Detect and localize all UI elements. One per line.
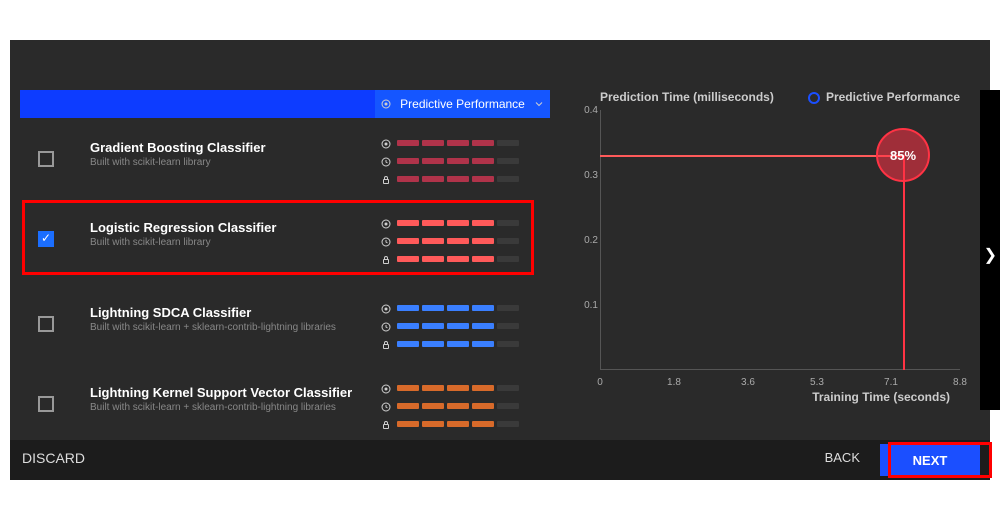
model-row[interactable]: Logistic Regression Classifier Built with… [20, 205, 550, 280]
chart-yaxis-title: Prediction Time (milliseconds) [600, 90, 774, 104]
y-tick: 0.2 [578, 235, 598, 246]
model-subtitle: Built with scikit-learn + sklearn-contri… [90, 402, 336, 413]
back-button[interactable]: BACK [825, 450, 860, 465]
model-checkbox[interactable] [38, 151, 54, 167]
train-time-line [903, 155, 905, 370]
lock-icon [380, 173, 392, 185]
app-root: 1. Select a feature set 2. Choose a mode… [0, 0, 1000, 525]
x-tick: 8.8 [953, 377, 967, 388]
x-axis [600, 369, 960, 370]
model-subtitle: Built with scikit-learn + sklearn-contri… [90, 322, 336, 333]
model-title: Lightning SDCA Classifier [90, 305, 251, 320]
legend-marker-icon [808, 92, 820, 104]
lock-icon [380, 253, 392, 265]
chart-xaxis-title: Training Time (seconds) [812, 390, 950, 404]
x-tick: 1.8 [667, 377, 681, 388]
lock-icon [380, 338, 392, 350]
performance-value: 85% [890, 148, 916, 163]
model-row[interactable]: Gradient Boosting Classifier Built with s… [20, 125, 550, 200]
legend-label: Predictive Performance [826, 90, 960, 104]
x-tick: 7.1 [884, 377, 898, 388]
target-icon [380, 217, 392, 229]
sort-bar: Predictive Performance [20, 90, 550, 118]
clock-icon [380, 400, 392, 412]
model-metrics [380, 215, 540, 269]
model-checkbox[interactable] [38, 396, 54, 412]
footer-bar: DISCARD BACK NEXT [10, 440, 990, 480]
x-tick: 0 [597, 377, 603, 388]
chart-area: Prediction Time (milliseconds) Predictiv… [570, 90, 970, 420]
x-tick: 5.3 [810, 377, 824, 388]
model-list: Predictive Performance Gradient Boosting… [10, 80, 560, 440]
sort-label: Predictive Performance [400, 97, 525, 111]
y-tick: 0.3 [578, 170, 598, 181]
model-subtitle: Built with scikit-learn library [90, 157, 211, 168]
sort-dropdown[interactable]: Predictive Performance [375, 90, 550, 118]
model-metrics [380, 300, 540, 354]
model-subtitle: Built with scikit-learn library [90, 237, 211, 248]
chevron-right-icon[interactable]: ❯ [984, 245, 997, 265]
lock-icon [380, 418, 392, 430]
next-button[interactable]: NEXT [880, 444, 980, 476]
clock-icon [380, 235, 392, 247]
y-tick: 0.1 [578, 300, 598, 311]
model-metrics [380, 135, 540, 189]
chevron-down-icon [533, 98, 545, 110]
model-row[interactable]: Lightning SDCA Classifier Built with scik… [20, 290, 550, 365]
model-metrics [380, 380, 540, 434]
model-checkbox[interactable] [38, 231, 54, 247]
chart-plot: 0.4 0.3 0.2 0.1 0 1.8 3.6 5.3 7.1 8.8 85… [600, 110, 960, 370]
clock-icon [380, 155, 392, 167]
target-icon [380, 382, 392, 394]
target-icon [380, 98, 392, 110]
model-title: Lightning Kernel Support Vector Classifi… [90, 385, 352, 400]
sort-bar-left [20, 90, 375, 118]
y-tick: 0.4 [578, 105, 598, 116]
clock-icon [380, 320, 392, 332]
performance-bubble[interactable]: 85% [876, 128, 930, 182]
target-icon [380, 137, 392, 149]
model-row[interactable]: Lightning Kernel Support Vector Classifi… [20, 370, 550, 445]
x-tick: 3.6 [741, 377, 755, 388]
model-checkbox[interactable] [38, 316, 54, 332]
discard-button[interactable]: DISCARD [22, 450, 85, 466]
y-axis [600, 110, 601, 370]
pred-time-line [600, 155, 903, 157]
target-icon [380, 302, 392, 314]
model-title: Gradient Boosting Classifier [90, 140, 266, 155]
model-title: Logistic Regression Classifier [90, 220, 276, 235]
chart-legend: Predictive Performance [808, 90, 960, 104]
